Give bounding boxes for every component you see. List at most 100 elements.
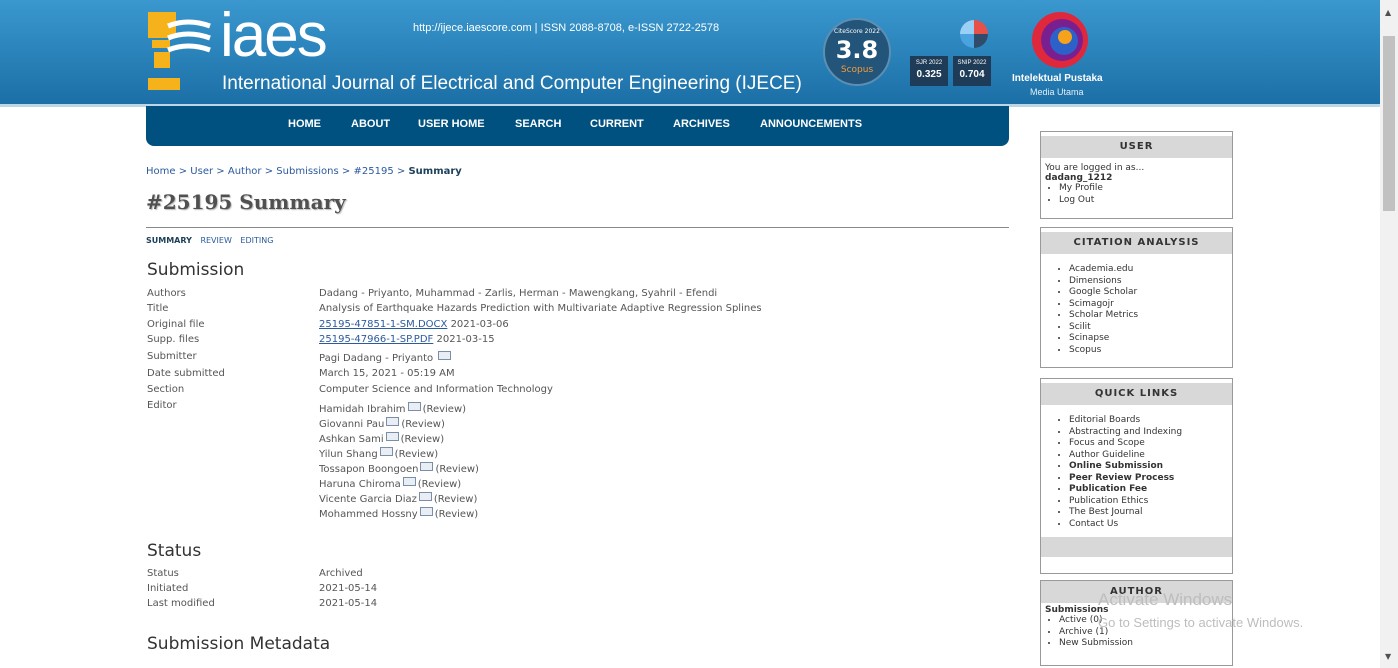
logged-in-text: You are logged in as... [1045, 163, 1145, 173]
citation-link-scholar-metrics[interactable]: Scholar Metrics [1069, 310, 1232, 322]
editor-row: Giovanni Pau (Review) [319, 417, 479, 432]
nav-home[interactable]: HOME [288, 118, 321, 130]
breadcrumb-user[interactable]: User [190, 166, 213, 177]
author-new-submission-link[interactable]: New Submission [1059, 638, 1232, 650]
scrollbar-thumb[interactable] [1383, 36, 1395, 211]
tab-review[interactable]: REVIEW [200, 236, 231, 245]
quick-link-focus-scope[interactable]: Focus and Scope [1069, 438, 1232, 450]
editor-list: Hamidah Ibrahim (Review) Giovanni Pau (Rev… [319, 402, 479, 522]
editor-row: Haruna Chiroma (Review) [319, 477, 479, 492]
publisher-subtitle: Media Utama [1030, 87, 1084, 97]
review-label: (Review) [433, 494, 478, 505]
status-value: Archived [319, 568, 363, 579]
nav-archives[interactable]: ARCHIVES [673, 118, 730, 130]
editor-name: Ashkan Sami [319, 434, 384, 445]
citescore-label: CiteScore 2022 [834, 28, 880, 35]
scroll-up-icon[interactable]: ▲ [1385, 8, 1391, 17]
quick-link-best-journal[interactable]: The Best Journal [1069, 507, 1232, 519]
original-file-value: 25195-47851-1-SM.DOCX 2021-03-06 [319, 319, 509, 330]
editor-name: Hamidah Ibrahim [319, 404, 406, 415]
supp-file-value: 25195-47966-1-SP.PDF 2021-03-15 [319, 334, 495, 345]
citation-link-dimensions[interactable]: Dimensions [1069, 276, 1232, 288]
editor-name: Mohammed Hossny [319, 509, 418, 520]
breadcrumb-separator: > [216, 166, 225, 177]
date-submitted-value: March 15, 2021 - 05:19 AM [319, 368, 455, 379]
breadcrumb-separator: > [396, 166, 406, 177]
iaes-logo-text[interactable]: iaes [220, 0, 328, 71]
nav-search[interactable]: SEARCH [515, 118, 561, 130]
page-title: #25195 Summary [146, 190, 346, 214]
initiated-label: Initiated [147, 583, 189, 594]
nav-current[interactable]: CURRENT [590, 118, 644, 130]
publisher-logo [1032, 12, 1088, 68]
sjr-chart-icon [960, 20, 988, 48]
quick-link-contact-us[interactable]: Contact Us [1069, 519, 1232, 531]
snip-label: SNIP 2022 [957, 60, 987, 66]
section-value: Computer Science and Information Technol… [319, 384, 553, 395]
breadcrumb-home[interactable]: Home [146, 166, 176, 177]
quick-link-author-guideline[interactable]: Author Guideline [1069, 450, 1232, 462]
breadcrumb-submissions[interactable]: Submissions [276, 166, 338, 177]
tab-editing[interactable]: EDITING [240, 236, 273, 245]
snip-value: 0.704 [959, 69, 985, 80]
my-profile-link[interactable]: My Profile [1059, 183, 1232, 195]
email-icon[interactable] [418, 492, 432, 501]
quick-links-footer-bar [1041, 537, 1232, 557]
citation-link-scimagojr[interactable]: Scimagojr [1069, 299, 1232, 311]
supp-files-label: Supp. files [147, 334, 200, 345]
nav-user-home[interactable]: USER HOME [418, 118, 485, 130]
review-label: (Review) [435, 464, 479, 475]
breadcrumb-author[interactable]: Author [228, 166, 262, 177]
authors-label: Authors [147, 288, 186, 299]
scroll-down-icon[interactable]: ▼ [1385, 652, 1391, 661]
breadcrumb-separator: > [264, 166, 274, 177]
quick-link-peer-review[interactable]: Peer Review Process [1069, 473, 1232, 485]
quick-links-title: QUICK LINKS [1041, 379, 1232, 405]
citation-link-google-scholar[interactable]: Google Scholar [1069, 287, 1232, 299]
supp-file-link[interactable]: 25195-47966-1-SP.PDF [319, 334, 433, 345]
quick-link-publication-fee[interactable]: Publication Fee [1069, 484, 1232, 496]
citation-link-scinapse[interactable]: Scinapse [1069, 333, 1232, 345]
email-icon[interactable] [407, 402, 421, 411]
username: dadang_1212 [1045, 173, 1113, 183]
vertical-scrollbar[interactable]: ▲ ▼ [1380, 0, 1398, 668]
sjr-badge: SJR 2022 0.325 [910, 56, 948, 86]
breadcrumb-id[interactable]: #25195 [353, 166, 393, 177]
citation-link-scilit[interactable]: Scilit [1069, 322, 1232, 334]
original-file-date: 2021-03-06 [450, 319, 509, 330]
citation-link-scopus[interactable]: Scopus [1069, 345, 1232, 357]
nav-announcements[interactable]: ANNOUNCEMENTS [760, 118, 862, 130]
editor-row: Ashkan Sami (Review) [319, 432, 479, 447]
quick-link-publication-ethics[interactable]: Publication Ethics [1069, 496, 1232, 508]
quick-link-online-submission[interactable]: Online Submission [1069, 461, 1232, 473]
tab-summary[interactable]: SUMMARY [146, 236, 192, 245]
original-file-link[interactable]: 25195-47851-1-SM.DOCX [319, 319, 447, 330]
breadcrumb-current[interactable]: Summary [408, 166, 461, 177]
email-icon[interactable] [386, 417, 400, 426]
email-icon[interactable] [420, 462, 434, 471]
quick-link-editorial-boards[interactable]: Editorial Boards [1069, 415, 1232, 427]
log-out-link[interactable]: Log Out [1059, 195, 1232, 207]
editor-row: Hamidah Ibrahim (Review) [319, 402, 479, 417]
citation-link-academia[interactable]: Academia.edu [1069, 264, 1232, 276]
email-icon[interactable] [379, 447, 393, 456]
email-icon[interactable] [385, 432, 399, 441]
review-label: (Review) [417, 479, 462, 490]
main-nav: HOME ABOUT USER HOME SEARCH CURRENT ARCH… [146, 106, 1009, 146]
email-icon[interactable] [402, 477, 416, 486]
status-label: Status [147, 568, 179, 579]
email-icon[interactable] [419, 507, 433, 516]
date-submitted-label: Date submitted [147, 368, 225, 379]
review-label: (Review) [394, 449, 439, 460]
citation-analysis-title: CITATION ANALYSIS [1041, 228, 1232, 254]
review-label: (Review) [401, 419, 445, 430]
email-icon[interactable] [438, 351, 452, 360]
breadcrumb-separator: > [178, 166, 188, 177]
citation-analysis-block: CITATION ANALYSIS Academia.edu Dimension… [1040, 227, 1233, 368]
breadcrumb: Home > User > Author > Submissions > #25… [146, 166, 462, 177]
last-modified-label: Last modified [147, 598, 215, 609]
section-label: Section [147, 384, 185, 395]
editor-row: Vicente Garcia Diaz (Review) [319, 492, 479, 507]
quick-link-abstracting[interactable]: Abstracting and Indexing [1069, 427, 1232, 439]
nav-about[interactable]: ABOUT [351, 118, 390, 130]
